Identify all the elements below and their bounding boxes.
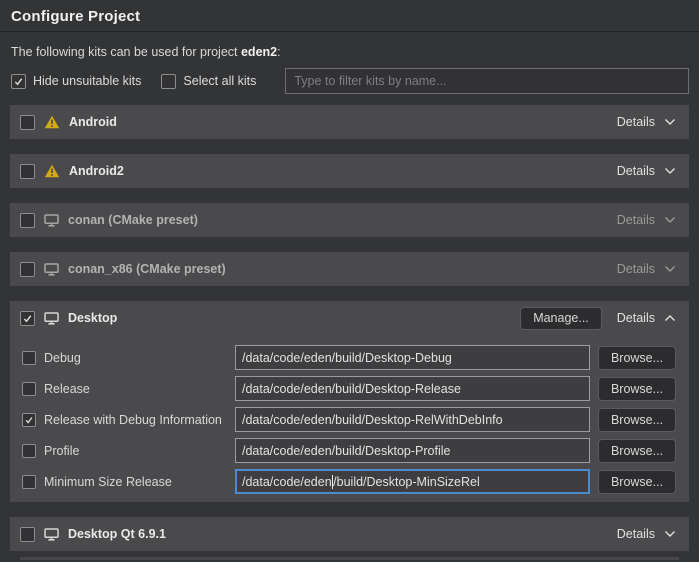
config-checkbox[interactable] bbox=[22, 444, 36, 458]
details-toggle-button[interactable]: Details bbox=[617, 527, 676, 541]
details-toggle-button[interactable]: Details bbox=[617, 115, 676, 129]
select-all-kits-label: Select all kits bbox=[183, 74, 256, 88]
build-directory-input[interactable] bbox=[235, 407, 590, 432]
kit-checkbox[interactable] bbox=[20, 164, 35, 179]
kit-row-android: Android Details bbox=[10, 105, 689, 139]
kit-row-android2: Android2 Details bbox=[10, 154, 689, 188]
config-row-relwithdebinfo: Release with Debug Information Browse... bbox=[10, 404, 689, 435]
kit-checkbox[interactable] bbox=[20, 311, 35, 326]
chevron-down-icon bbox=[664, 530, 676, 538]
config-row-release: Release Browse... bbox=[10, 373, 689, 404]
config-label: Profile bbox=[44, 444, 79, 458]
kit-row-conan-x86: conan_x86 (CMake preset) Details bbox=[10, 252, 689, 286]
kit-filter-input[interactable] bbox=[285, 68, 689, 94]
config-checkbox[interactable] bbox=[22, 413, 36, 427]
kit-row-desktop: Desktop Manage... Details bbox=[10, 301, 689, 335]
config-label: Debug bbox=[44, 351, 81, 365]
desktop-monitor-icon bbox=[44, 312, 59, 325]
check-icon bbox=[13, 76, 24, 87]
config-label: Release bbox=[44, 382, 90, 396]
desktop-monitor-icon bbox=[44, 214, 59, 227]
kit-row-desktop-qt: Desktop Qt 6.9.1 Details bbox=[10, 517, 689, 551]
build-directory-input-focused[interactable]: /data/code/eden/build/Desktop-MinSizeRel bbox=[235, 469, 590, 494]
hide-unsuitable-kits-checkbox[interactable] bbox=[11, 74, 26, 89]
config-row-profile: Profile Browse... bbox=[10, 435, 689, 466]
config-row-debug: Debug Browse... bbox=[10, 342, 689, 373]
build-directory-input[interactable] bbox=[235, 345, 590, 370]
details-toggle-button[interactable]: Details bbox=[617, 262, 676, 276]
check-icon bbox=[24, 415, 34, 425]
config-row-minimum-size-release: Minimum Size Release /data/code/eden/bui… bbox=[10, 466, 689, 497]
details-toggle-button[interactable]: Details bbox=[617, 213, 676, 227]
desktop-build-configs: Debug Browse... Release Browse... bbox=[10, 335, 689, 497]
next-row-peek bbox=[20, 557, 679, 560]
kit-list: Android Details Android2 Details bbox=[10, 105, 689, 560]
kit-checkbox[interactable] bbox=[20, 262, 35, 277]
kit-name: Android bbox=[69, 115, 117, 129]
manage-kits-button[interactable]: Manage... bbox=[520, 307, 602, 330]
select-all-kits-checkbox[interactable] bbox=[161, 74, 176, 89]
config-checkbox[interactable] bbox=[22, 351, 36, 365]
desktop-monitor-icon bbox=[44, 528, 59, 541]
build-directory-input[interactable] bbox=[235, 438, 590, 463]
details-toggle-button[interactable]: Details bbox=[617, 164, 676, 178]
browse-button[interactable]: Browse... bbox=[598, 439, 676, 463]
kit-name: Desktop Qt 6.9.1 bbox=[68, 527, 166, 541]
select-all-kits-checkbox-group[interactable]: Select all kits bbox=[161, 74, 256, 89]
hide-unsuitable-kits-checkbox-group[interactable]: Hide unsuitable kits bbox=[11, 74, 141, 89]
chevron-up-icon bbox=[664, 314, 676, 322]
kit-checkbox[interactable] bbox=[20, 213, 35, 228]
kit-filter-toolbar: Hide unsuitable kits Select all kits bbox=[11, 68, 689, 94]
kit-name: conan (CMake preset) bbox=[68, 213, 198, 227]
chevron-down-icon bbox=[664, 167, 676, 175]
kit-name: Desktop bbox=[68, 311, 117, 325]
browse-button[interactable]: Browse... bbox=[598, 346, 676, 370]
project-name: eden2 bbox=[241, 45, 277, 59]
build-directory-input[interactable] bbox=[235, 376, 590, 401]
intro-text: The following kits can be used for proje… bbox=[11, 45, 688, 59]
browse-button[interactable]: Browse... bbox=[598, 377, 676, 401]
kit-checkbox[interactable] bbox=[20, 115, 35, 130]
hide-unsuitable-kits-label: Hide unsuitable kits bbox=[33, 74, 141, 88]
kit-name: conan_x86 (CMake preset) bbox=[68, 262, 226, 276]
desktop-monitor-icon bbox=[44, 263, 59, 276]
config-label: Minimum Size Release bbox=[44, 475, 172, 489]
check-icon bbox=[22, 313, 33, 324]
config-checkbox[interactable] bbox=[22, 475, 36, 489]
page-title: Configure Project bbox=[11, 8, 687, 25]
kit-row-conan: conan (CMake preset) Details bbox=[10, 203, 689, 237]
kit-checkbox[interactable] bbox=[20, 527, 35, 542]
details-toggle-button[interactable]: Details bbox=[617, 311, 676, 325]
configure-project-page: { "window": { "title": "Configure Projec… bbox=[0, 0, 699, 562]
chevron-down-icon bbox=[664, 265, 676, 273]
config-checkbox[interactable] bbox=[22, 382, 36, 396]
chevron-down-icon bbox=[664, 216, 676, 224]
warning-icon bbox=[44, 115, 60, 129]
browse-button[interactable]: Browse... bbox=[598, 470, 676, 494]
warning-icon bbox=[44, 164, 60, 178]
browse-button[interactable]: Browse... bbox=[598, 408, 676, 432]
kit-panel-desktop: Desktop Manage... Details Debug Browse..… bbox=[10, 301, 689, 502]
kit-name: Android2 bbox=[69, 164, 124, 178]
chevron-down-icon bbox=[664, 118, 676, 126]
config-label: Release with Debug Information bbox=[44, 413, 222, 427]
window-header: Configure Project bbox=[0, 0, 699, 32]
